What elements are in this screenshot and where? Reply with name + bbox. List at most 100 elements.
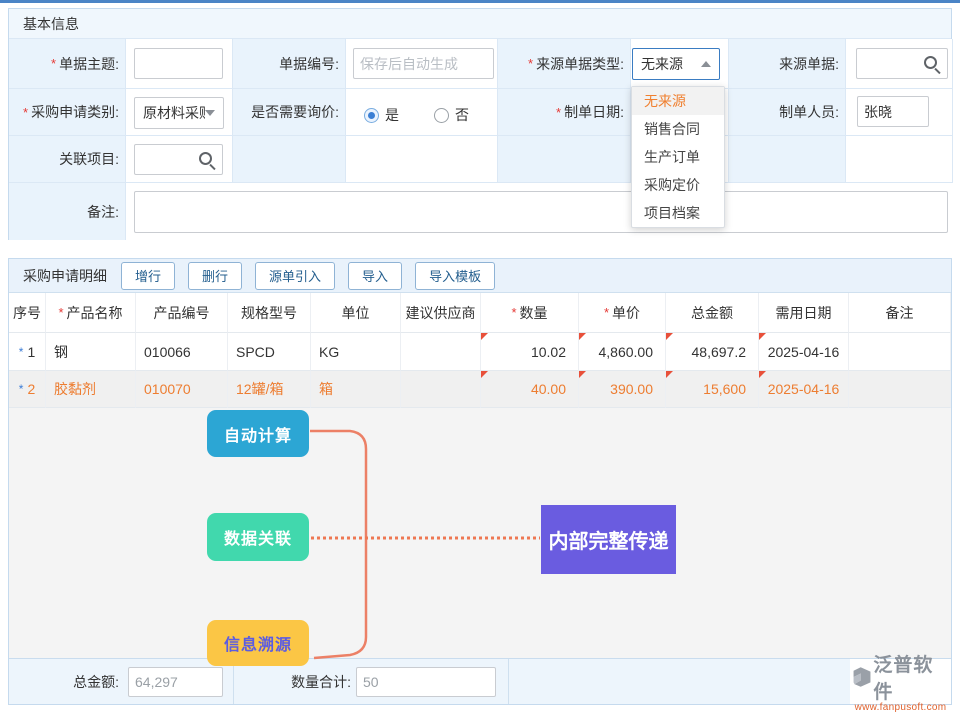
inquiry-label: 是否需要询价: [251,102,339,122]
doc-no-input[interactable] [353,48,494,79]
cell-supplier[interactable] [401,333,481,371]
total-amount-label: 总金额: [9,659,119,704]
col-spec: 规格型号 [228,293,311,333]
col-remark: 备注 [849,293,951,333]
source-doc-label-cell: 来源单据: [729,39,846,89]
cell-date[interactable]: 2025-04-16 [759,371,849,408]
watermark: 泛普软件 www.fanpusoft.com [850,659,951,704]
empty-label-cell [233,136,346,183]
dropdown-option-purchase-pricing[interactable]: 采购定价 [632,171,724,199]
cell-name[interactable]: 钢 [46,333,136,371]
required-mark: * [528,56,533,71]
cell-name[interactable]: 胶黏剂 [46,371,136,408]
empty-label-cell [729,136,846,183]
remark-label-cell: 备注: [9,183,126,240]
chevron-down-icon [205,110,215,116]
table-row-1[interactable]: * 1 钢 010066 SPCD KG 10.02 4,860.00 48,6… [9,333,951,371]
cell-date[interactable]: 2025-04-16 [759,333,849,371]
inquiry-label-cell: 是否需要询价: [233,89,346,136]
cell-qty[interactable]: 40.00 [481,371,579,408]
cell-no: * 1 [9,333,46,371]
chevron-up-icon [701,61,711,67]
dropdown-option-project-file[interactable]: 项目档案 [632,199,724,227]
required-mark: * [58,305,63,320]
top-accent-line [0,0,960,3]
date-label-cell: * 制单日期: [498,89,631,136]
search-icon[interactable] [924,56,937,69]
flow-node-auto-calc: 自动计算 [207,410,309,457]
delete-row-button[interactable]: 删行 [188,262,242,290]
subject-input[interactable] [134,48,223,79]
col-qty-label: 数量 [520,303,548,323]
cell-no: * 2 [9,371,46,408]
cell-price[interactable]: 390.00 [579,371,666,408]
table-row-2[interactable]: * 2 胶黏剂 010070 12罐/箱 箱 40.00 390.00 15,6… [9,371,951,408]
cell-spec[interactable]: 12罐/箱 [228,371,311,408]
col-name-label: 产品名称 [67,303,123,323]
project-label-cell: 关联项目: [9,136,126,183]
inquiry-radio-yes[interactable]: 是 [364,105,399,125]
cell-remark[interactable] [849,333,951,371]
subject-label-cell: * 单据主题: [9,39,126,89]
add-row-button[interactable]: 增行 [121,262,175,290]
source-import-button[interactable]: 源单引入 [255,262,335,290]
row-required-mark: * [19,382,24,396]
basic-info-title: 基本信息 [23,14,79,34]
cell-code[interactable]: 010070 [136,371,228,408]
summary-row: 总金额: 数量合计: 泛普软件 www.fanpusoft.com [9,658,951,704]
required-mark: * [511,305,516,320]
purchase-request-page: 基本信息 * 单据主题: 单据编号: * 来源单据类型: 无来源 来源单据: [0,0,960,713]
source-type-select[interactable]: 无来源 [632,48,720,80]
maker-input[interactable] [857,96,929,127]
source-type-label-cell: * 来源单据类型: [498,39,631,89]
basic-info-header: 基本信息 [9,9,951,39]
source-doc-label: 来源单据: [779,54,839,74]
remark-textarea[interactable] [134,191,948,233]
import-template-button[interactable]: 导入模板 [415,262,495,290]
search-icon[interactable] [199,152,212,165]
import-button[interactable]: 导入 [348,262,402,290]
category-label-cell: * 采购申请类别: [9,89,126,136]
flow-node-info-trace: 信息溯源 [207,620,309,666]
col-qty: * 数量 [481,293,579,333]
doc-no-label-cell: 单据编号: [233,39,346,89]
required-mark: * [51,56,56,71]
required-mark: * [556,105,561,120]
cell-amount[interactable]: 15,600 [666,371,759,408]
inquiry-no-label: 否 [455,105,469,125]
doc-no-label: 单据编号: [279,54,339,74]
dropdown-option-production-order[interactable]: 生产订单 [632,143,724,171]
cell-price[interactable]: 4,860.00 [579,333,666,371]
category-select[interactable]: 原材料采购 [134,97,224,129]
inquiry-radio-no[interactable]: 否 [434,105,469,125]
watermark-brand: 泛普软件 [873,650,951,704]
empty-label-cell [498,136,631,183]
subject-label: 单据主题: [59,54,119,74]
cell-spec[interactable]: SPCD [228,333,311,371]
col-unit: 单位 [311,293,401,333]
total-amount-input[interactable] [128,667,223,697]
col-amount: 总金额 [666,293,759,333]
project-input-wrap [134,144,223,175]
row-required-mark: * [19,345,24,359]
source-type-value: 无来源 [641,54,683,74]
dropdown-option-no-source[interactable]: 无来源 [632,87,724,115]
col-name: * 产品名称 [46,293,136,333]
row-number: 1 [27,344,35,360]
dropdown-option-sales-contract[interactable]: 销售合同 [632,115,724,143]
cell-code[interactable]: 010066 [136,333,228,371]
cell-remark[interactable] [849,371,951,408]
radio-selected-icon[interactable] [364,108,379,123]
source-type-dropdown: 无来源 销售合同 生产订单 采购定价 项目档案 [631,86,725,228]
cell-unit[interactable]: KG [311,333,401,371]
source-type-label: 来源单据类型: [536,54,624,74]
radio-unselected-icon[interactable] [434,108,449,123]
flow-target-internal-transfer: 内部完整传递 [541,505,676,574]
cell-supplier[interactable] [401,371,481,408]
required-mark: * [604,305,609,320]
cell-qty[interactable]: 10.02 [481,333,579,371]
flow-diagram-area [9,408,951,658]
qty-total-input[interactable] [356,667,496,697]
cell-amount[interactable]: 48,697.2 [666,333,759,371]
cell-unit[interactable]: 箱 [311,371,401,408]
